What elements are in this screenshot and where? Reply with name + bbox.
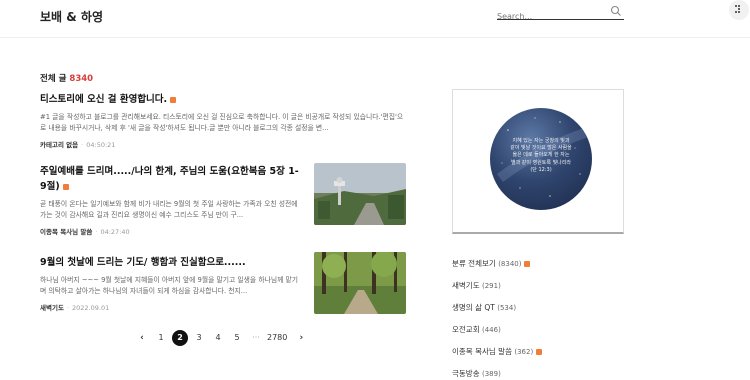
- category-list: 분류 전체보기 (8340) 새벽기도 (291) 생명의 삶 QT (534)…: [452, 258, 543, 380]
- post-count-heading: 전체 글 8340: [40, 72, 93, 84]
- category-item-all[interactable]: 분류 전체보기 (8340): [452, 258, 542, 280]
- post-item[interactable]: 주일예배를 드리며...../나의 한계, 주님의 도움(요한복음 5장 1-9…: [40, 163, 406, 236]
- menu-button[interactable]: [729, 0, 749, 20]
- post-category[interactable]: 카테고리 없음: [40, 141, 78, 149]
- next-page-button[interactable]: ›: [293, 330, 309, 346]
- verse-image: 지혜 있는 자는 궁창의 빛과 같이 빛날 것이요 많은 사람을 옳은 데로 돌…: [490, 108, 592, 210]
- new-badge-icon: [62, 183, 69, 190]
- category-item-broadcast[interactable]: 극동방송 (389): [452, 368, 542, 380]
- post-excerpt[interactable]: 곧 태풍이 온다는 일기예보와 함께 비가 내리는 9월의 첫 주일 사랑하는 …: [40, 199, 302, 221]
- search-box: [497, 4, 624, 24]
- prev-page-button[interactable]: ‹: [134, 330, 150, 346]
- new-badge-icon: [524, 261, 531, 267]
- post-item[interactable]: 티스토리에 오신 걸 환영합니다. #1 글을 작성하고 블로그를 관리해보세요…: [40, 92, 406, 149]
- category-item-sermon[interactable]: 이종목 목사님 말씀 (362): [452, 346, 543, 368]
- post-item[interactable]: 9월의 첫날에 드리는 기도/ 행함과 진실함으로...... 하나님 아버지 …: [40, 252, 406, 314]
- post-meta: 이종목 목사님 말씀 · 04:27:40: [40, 228, 130, 236]
- pagination-ellipsis: ···: [252, 333, 260, 342]
- post-count-label: 전체 글: [40, 74, 67, 84]
- page-link[interactable]: 1: [153, 330, 169, 346]
- new-badge-icon: [170, 96, 177, 103]
- post-title[interactable]: 티스토리에 오신 걸 환영합니다.: [40, 92, 406, 107]
- sidebar-image-widget: 지혜 있는 자는 궁창의 빛과 같이 빛날 것이요 많은 사람을 옳은 데로 돌…: [452, 89, 624, 234]
- post-date: 04:27:40: [100, 228, 130, 236]
- search-input[interactable]: [497, 9, 605, 24]
- post-title[interactable]: 9월의 첫날에 드리는 기도/ 행함과 진실함으로......: [40, 255, 302, 270]
- page-link[interactable]: 3: [191, 330, 207, 346]
- post-excerpt[interactable]: #1 글을 작성하고 블로그를 관리해보세요. 티스토리에 오신 걸 진심으로 …: [40, 112, 406, 134]
- page-link-current[interactable]: 2: [172, 330, 188, 346]
- post-meta: 카테고리 없음 · 04:50:21: [40, 141, 116, 149]
- post-thumbnail[interactable]: [314, 252, 406, 314]
- page-link-last[interactable]: 2780: [267, 330, 287, 346]
- category-item-dawn-prayer[interactable]: 새벽기도 (291): [452, 280, 542, 302]
- post-category[interactable]: 새벽기도: [40, 304, 64, 312]
- page-link[interactable]: 5: [229, 330, 245, 346]
- menu-dots-icon: [738, 5, 740, 7]
- post-date: 04:50:21: [86, 141, 116, 149]
- blog-title[interactable]: 보배 & 하영: [40, 8, 103, 25]
- category-item-qt[interactable]: 생명의 삶 QT (534): [452, 302, 542, 324]
- post-title[interactable]: 주일예배를 드리며...../나의 한계, 주님의 도움(요한복음 5장 1-9…: [40, 164, 302, 194]
- new-badge-icon: [536, 349, 543, 355]
- verse-text: 지혜 있는 자는 궁창의 빛과 같이 빛날 것이요 많은 사람을 옳은 데로 돌…: [510, 138, 572, 173]
- search-icon[interactable]: [610, 5, 622, 17]
- post-excerpt[interactable]: 하나님 아버지 ~~~ 9월 첫날에 지혜들이 아버지 앞에 9월을 말기고 일…: [40, 275, 302, 297]
- page-link[interactable]: 4: [210, 330, 226, 346]
- post-thumbnail[interactable]: [314, 163, 406, 225]
- post-count-value: 8340: [69, 74, 94, 84]
- post-date: 2022.09.01: [72, 304, 110, 312]
- category-item-church[interactable]: 오전교회 (446): [452, 324, 542, 346]
- post-category[interactable]: 이종목 목사님 말씀: [40, 228, 92, 236]
- blog-header: 보배 & 하영: [0, 0, 750, 38]
- pagination: ‹ 1 2 3 4 5 ··· 2780 ›: [134, 328, 312, 348]
